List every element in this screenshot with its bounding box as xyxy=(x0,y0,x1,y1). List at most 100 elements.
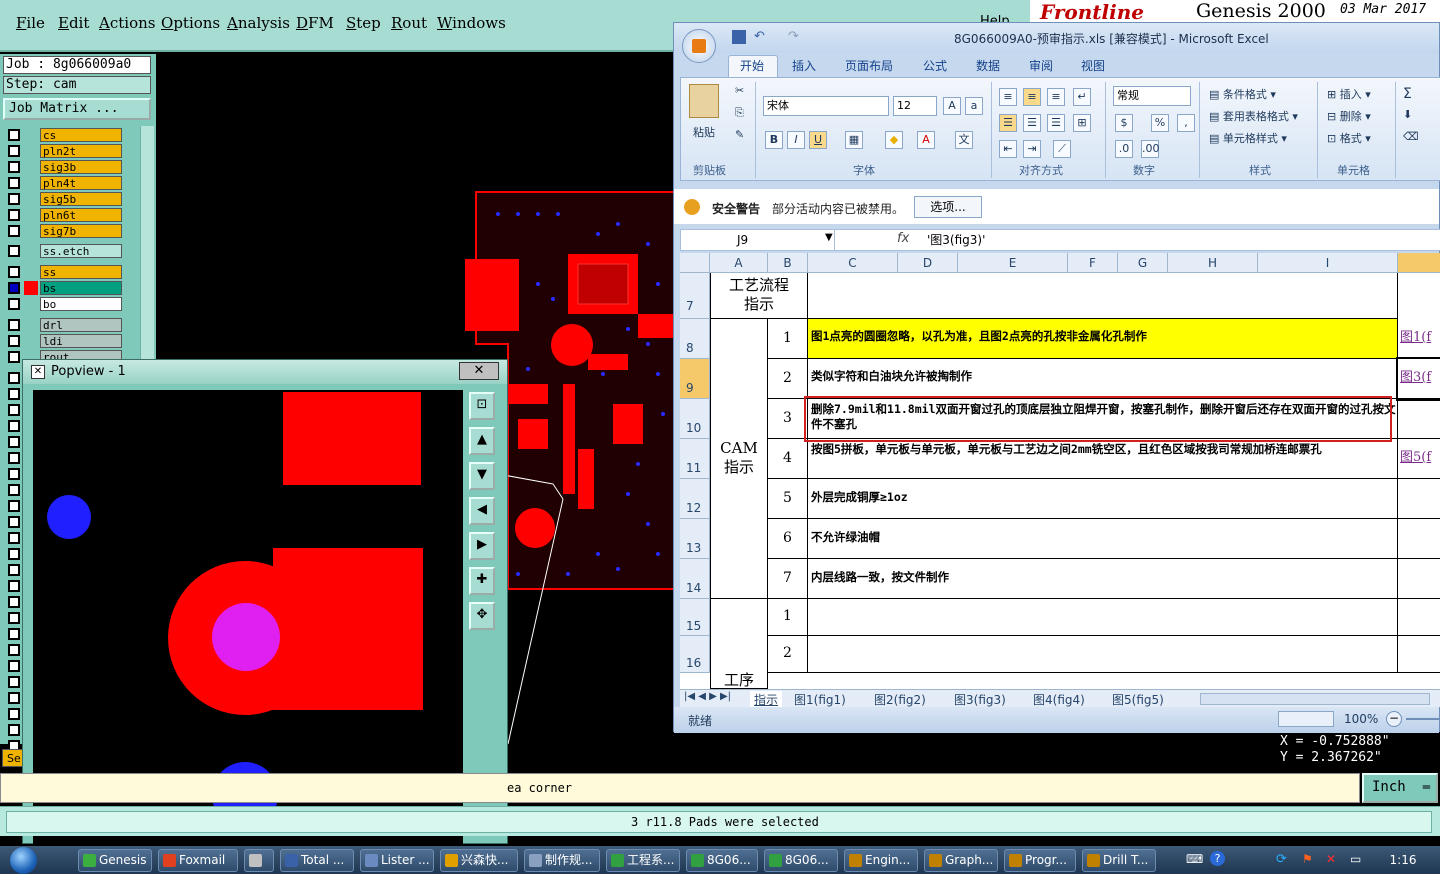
format-painter-icon[interactable]: ✎ xyxy=(735,128,744,141)
layer-checkbox[interactable] xyxy=(8,484,20,496)
row-header[interactable]: 12 xyxy=(680,479,710,519)
layer-name[interactable]: bo xyxy=(40,297,122,311)
taskbar-item[interactable]: 工程系... xyxy=(606,849,680,872)
sheet-tab-active[interactable]: 指示 xyxy=(750,691,783,708)
undo-icon[interactable]: ↶ xyxy=(754,29,765,44)
instruction-cell[interactable]: 图1点亮的圆圈忽略，以孔为准，且图2点亮的孔按非金属化孔制作 xyxy=(808,319,1398,359)
fill-icon[interactable]: ⬇ xyxy=(1403,108,1412,121)
merge-icon[interactable]: ⊞ xyxy=(1073,114,1091,132)
layer-row-bo[interactable]: bo xyxy=(6,297,124,311)
layer-name[interactable]: pln2t xyxy=(40,144,122,158)
column-header-j[interactable] xyxy=(1398,253,1440,273)
row-header[interactable]: 11 xyxy=(680,439,710,479)
layer-checkbox[interactable] xyxy=(8,468,20,480)
taskbar-item[interactable]: Drill T... xyxy=(1082,849,1156,872)
taskbar-item[interactable]: Progr... xyxy=(1004,849,1076,872)
align-left-icon[interactable]: ☰ xyxy=(999,114,1017,132)
layer-checkbox[interactable] xyxy=(8,245,20,257)
row-number-cell[interactable]: 3 xyxy=(768,399,808,439)
row-number-cell[interactable]: 1 xyxy=(768,319,808,359)
menu-windows[interactable]: Windows xyxy=(437,14,506,32)
layer-name[interactable]: pln6t xyxy=(40,208,122,222)
zoom-slider[interactable] xyxy=(1406,718,1440,720)
menu-edit[interactable]: Edit xyxy=(58,14,89,32)
font-name-select[interactable]: 宋体 xyxy=(763,96,889,116)
layer-checkbox[interactable] xyxy=(8,500,20,512)
insert-cells-button[interactable]: ⊞ 插入 ▾ xyxy=(1327,86,1371,102)
taskbar-item[interactable]: Lister ... xyxy=(360,849,434,872)
formula-input[interactable]: '图3(fig3)' xyxy=(923,230,1423,250)
row-header[interactable]: 13 xyxy=(680,519,710,559)
row-header[interactable]: 8 xyxy=(680,319,710,359)
grow-font-icon[interactable]: A xyxy=(943,97,961,115)
layer-checkbox[interactable] xyxy=(8,177,20,189)
delete-cells-button[interactable]: ⊟ 删除 ▾ xyxy=(1327,108,1371,124)
header-blank-cell[interactable] xyxy=(808,273,1398,319)
row-number-cell[interactable]: 5 xyxy=(768,479,808,519)
comma-icon[interactable]: , xyxy=(1177,114,1195,132)
row-header[interactable]: 15 xyxy=(680,599,710,636)
sheet-tab[interactable]: 图3(fig3) xyxy=(954,691,1006,708)
layer-row-cs[interactable]: cs xyxy=(6,128,124,142)
menu-actions[interactable]: Actions xyxy=(99,14,155,32)
column-header[interactable]: D xyxy=(898,253,958,273)
column-header[interactable]: I xyxy=(1258,253,1398,273)
layer-checkbox[interactable] xyxy=(8,298,20,310)
instruction-cell[interactable]: 不允许绿油帽 xyxy=(808,519,1398,559)
borders-icon[interactable]: ▦ xyxy=(845,131,863,149)
row-number-cell[interactable]: 6 xyxy=(768,519,808,559)
row-number-cell[interactable]: 2 xyxy=(768,359,808,399)
security-options-button[interactable]: 选项... xyxy=(914,196,982,218)
layer-checkbox[interactable] xyxy=(8,193,20,205)
layer-row-pln6t[interactable]: pln6t xyxy=(6,208,124,222)
layer-checkbox[interactable] xyxy=(8,404,20,416)
orientation-icon[interactable]: ⟋ xyxy=(1053,140,1071,158)
tray-monitor-icon[interactable]: ▭ xyxy=(1350,852,1361,866)
taskbar-item[interactable] xyxy=(244,849,274,872)
save-icon[interactable] xyxy=(732,30,746,44)
redo-icon[interactable]: ↷ xyxy=(788,29,799,44)
row-number-cell[interactable]: 1 xyxy=(768,599,808,636)
decrease-indent-icon[interactable]: ⇤ xyxy=(999,140,1017,158)
layer-row-drl[interactable]: drl xyxy=(6,318,124,332)
align-center-icon[interactable]: ☰ xyxy=(1023,114,1041,132)
layer-checkbox[interactable] xyxy=(8,548,20,560)
column-header[interactable]: E xyxy=(958,253,1068,273)
layer-checkbox[interactable] xyxy=(8,724,20,736)
align-middle-icon[interactable]: ≡ xyxy=(1023,88,1041,106)
layer-checkbox[interactable] xyxy=(8,628,20,640)
taskbar-item[interactable]: 8G06... xyxy=(686,849,758,872)
cam-group-cell[interactable]: CAM 指示 xyxy=(710,319,768,599)
zoom-level[interactable]: 100% xyxy=(1344,712,1378,726)
layer-checkbox[interactable] xyxy=(8,644,20,656)
layer-name[interactable]: bs xyxy=(40,281,122,295)
layer-checkbox[interactable] xyxy=(8,129,20,141)
process-group-cell[interactable]: 工序 xyxy=(710,599,768,689)
taskbar-item[interactable]: 8G06... xyxy=(764,849,838,872)
bold-icon[interactable]: B xyxy=(765,131,783,149)
layer-name[interactable]: sig5b xyxy=(40,192,122,206)
layer-row-ss[interactable]: ss xyxy=(6,265,124,279)
tray-network-icon[interactable]: ✕ xyxy=(1326,852,1336,866)
zoom-out-icon[interactable]: ✥ xyxy=(469,602,495,630)
layer-checkbox[interactable] xyxy=(8,282,20,294)
taskbar-item[interactable]: Genesis xyxy=(78,849,152,872)
layer-checkbox[interactable] xyxy=(8,532,20,544)
figure-link-cell[interactable]: 图5(f xyxy=(1398,439,1440,479)
italic-icon[interactable]: I xyxy=(787,131,805,149)
layer-checkbox[interactable] xyxy=(8,145,20,157)
wrap-text-icon[interactable]: ↵ xyxy=(1073,88,1091,106)
instruction-cell[interactable] xyxy=(808,599,1398,636)
menu-analysis[interactable]: Analysis xyxy=(227,14,290,32)
row-number-cell[interactable]: 7 xyxy=(768,559,808,599)
underline-icon[interactable]: U xyxy=(809,131,827,149)
column-header[interactable]: A xyxy=(710,253,768,273)
layer-row-sig5b[interactable]: sig5b xyxy=(6,192,124,206)
layer-checkbox[interactable] xyxy=(8,564,20,576)
menu-dfm[interactable]: DFM xyxy=(296,14,334,32)
instruction-cell[interactable]: 类似字符和白油块允许被掏制作 xyxy=(808,359,1398,399)
percent-icon[interactable]: % xyxy=(1151,114,1169,132)
sheet-tab[interactable]: 图2(fig2) xyxy=(874,691,926,708)
format-cells-button[interactable]: ⊡ 格式 ▾ xyxy=(1327,130,1371,146)
shrink-font-icon[interactable]: a xyxy=(965,97,983,115)
